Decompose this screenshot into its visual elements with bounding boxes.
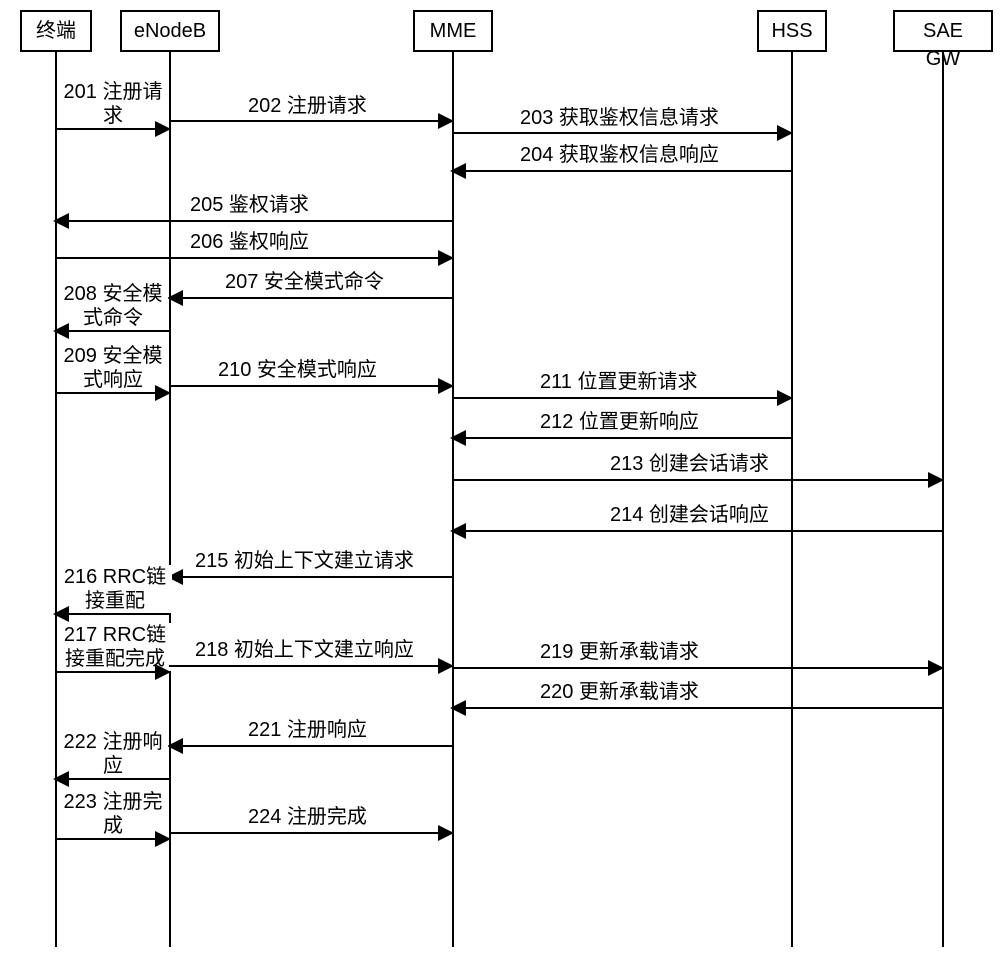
msg-208: 208 安全模式命令 bbox=[58, 282, 168, 330]
msg-201: 201 注册请求 bbox=[58, 80, 168, 128]
arrow-215 bbox=[169, 576, 452, 578]
arrow-205 bbox=[55, 220, 452, 222]
msg-221: 221 注册响应 bbox=[248, 718, 367, 742]
arrow-219 bbox=[452, 667, 942, 669]
arrow-222 bbox=[55, 778, 169, 780]
arrow-203 bbox=[452, 132, 791, 134]
actor-enodeb: eNodeB bbox=[120, 10, 220, 52]
arrow-223 bbox=[55, 838, 169, 840]
arrow-217 bbox=[55, 671, 169, 673]
lifeline-hss bbox=[791, 52, 793, 947]
arrow-209 bbox=[55, 392, 169, 394]
arrow-218 bbox=[169, 665, 452, 667]
lifeline-enodeb bbox=[169, 52, 171, 947]
msg-206: 206 鉴权响应 bbox=[190, 230, 309, 254]
msg-202: 202 注册请求 bbox=[248, 94, 367, 118]
arrow-208 bbox=[55, 330, 169, 332]
sequence-diagram: 终端 eNodeB MME HSS SAE GW 201 注册请求 202 注册… bbox=[0, 0, 1000, 953]
arrow-214 bbox=[452, 530, 942, 532]
msg-218: 218 初始上下文建立响应 bbox=[195, 638, 414, 662]
msg-213: 213 创建会话请求 bbox=[610, 452, 769, 476]
arrow-213 bbox=[452, 479, 942, 481]
actor-hss: HSS bbox=[757, 10, 827, 52]
actor-saegw: SAE GW bbox=[893, 10, 993, 52]
msg-219: 219 更新承载请求 bbox=[540, 640, 699, 664]
msg-220: 220 更新承载请求 bbox=[540, 680, 699, 704]
arrow-210 bbox=[169, 385, 452, 387]
lifeline-saegw bbox=[942, 52, 944, 947]
arrow-204 bbox=[452, 170, 791, 172]
arrow-224 bbox=[169, 832, 452, 834]
msg-214: 214 创建会话响应 bbox=[610, 503, 769, 527]
msg-212: 212 位置更新响应 bbox=[540, 410, 699, 434]
arrow-211 bbox=[452, 397, 791, 399]
arrow-206 bbox=[55, 257, 452, 259]
actor-terminal: 终端 bbox=[20, 10, 92, 52]
msg-209: 209 安全模式响应 bbox=[58, 344, 168, 392]
msg-216: 216 RRC链接重配 bbox=[58, 565, 172, 613]
msg-223: 223 注册完成 bbox=[58, 790, 168, 838]
msg-207: 207 安全模式命令 bbox=[225, 270, 384, 294]
msg-204: 204 获取鉴权信息响应 bbox=[520, 143, 719, 167]
actor-mme: MME bbox=[413, 10, 493, 52]
arrow-202 bbox=[169, 120, 452, 122]
msg-215: 215 初始上下文建立请求 bbox=[195, 549, 414, 573]
arrow-220 bbox=[452, 707, 942, 709]
arrow-212 bbox=[452, 437, 791, 439]
arrow-216 bbox=[55, 613, 169, 615]
msg-211: 211 位置更新请求 bbox=[540, 370, 697, 394]
msg-222: 222 注册响应 bbox=[58, 730, 168, 778]
msg-224: 224 注册完成 bbox=[248, 805, 367, 829]
msg-205: 205 鉴权请求 bbox=[190, 193, 309, 217]
lifeline-terminal bbox=[55, 52, 57, 947]
arrow-201 bbox=[55, 128, 169, 130]
msg-210: 210 安全模式响应 bbox=[218, 358, 377, 382]
arrow-207 bbox=[169, 297, 452, 299]
msg-203: 203 获取鉴权信息请求 bbox=[520, 106, 719, 130]
arrow-221 bbox=[169, 745, 452, 747]
lifeline-mme bbox=[452, 52, 454, 947]
